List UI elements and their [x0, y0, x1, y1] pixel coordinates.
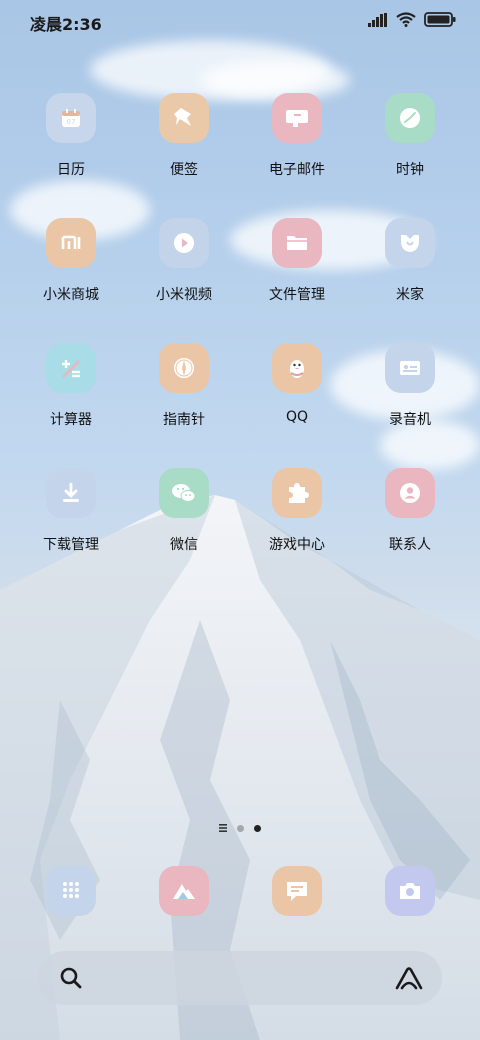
dock-gallery[interactable] [128, 866, 240, 916]
compass-icon[interactable] [159, 343, 209, 393]
app-label: 文件管理 [269, 287, 325, 303]
app-contacts[interactable]: 联系人 [354, 468, 466, 554]
calendar-icon[interactable]: 07 [46, 93, 96, 143]
dock-camera[interactable] [354, 866, 466, 916]
search-bar[interactable] [38, 951, 442, 1005]
puzzle-icon[interactable] [272, 468, 322, 518]
status-bar: 凌晨2:36 [0, 0, 480, 42]
menu-lines-icon [219, 824, 227, 832]
app-label: 微信 [170, 537, 198, 553]
dock-messages[interactable] [241, 866, 353, 916]
app-label: 便签 [170, 162, 198, 178]
app-label: 小米商城 [43, 287, 99, 303]
app-email[interactable]: 电子邮件 [241, 93, 353, 179]
download-icon[interactable] [46, 468, 96, 518]
app-label: 下载管理 [43, 537, 99, 553]
app-label: 联系人 [389, 537, 431, 553]
app-files[interactable]: 文件管理 [241, 218, 353, 304]
camera-icon[interactable] [385, 866, 435, 916]
gallery-icon[interactable] [159, 866, 209, 916]
app-label: 时钟 [396, 162, 424, 178]
app-label: 米家 [396, 287, 424, 303]
app-qq[interactable]: QQ [241, 343, 353, 425]
app-label: 计算器 [50, 412, 92, 428]
mi-home-icon[interactable] [385, 218, 435, 268]
page-dot[interactable] [237, 824, 244, 832]
app-compass[interactable]: 指南针 [128, 343, 240, 429]
app-label: QQ [285, 409, 309, 425]
app-mi-store[interactable]: 小米商城 [15, 218, 127, 304]
app-label: 录音机 [389, 412, 431, 428]
app-downloads[interactable]: 下载管理 [15, 468, 127, 554]
app-calendar[interactable]: 07 日历 [15, 93, 127, 179]
app-label: 电子邮件 [269, 162, 325, 178]
app-recorder[interactable]: 录音机 [354, 343, 466, 429]
dialpad-icon[interactable] [46, 866, 96, 916]
assistant-icon[interactable] [394, 964, 424, 992]
message-icon[interactable] [272, 866, 322, 916]
dock-phone[interactable] [15, 866, 127, 916]
clock-icon[interactable] [385, 93, 435, 143]
folder-icon[interactable] [272, 218, 322, 268]
calculator-icon[interactable] [46, 343, 96, 393]
recorder-icon[interactable] [385, 343, 435, 393]
app-label: 指南针 [163, 412, 205, 428]
app-mi-video[interactable]: 小米视频 [128, 218, 240, 304]
note-pin-icon[interactable] [159, 93, 209, 143]
signal-icon [368, 12, 387, 27]
play-icon[interactable] [159, 218, 209, 268]
app-game-center[interactable]: 游戏中心 [241, 468, 353, 554]
svg-text:07: 07 [67, 118, 76, 126]
wifi-icon [396, 12, 416, 27]
app-label: 游戏中心 [269, 537, 325, 553]
app-label: 日历 [57, 162, 85, 178]
battery-icon [424, 12, 456, 27]
status-icons [368, 12, 456, 27]
app-label: 小米视频 [156, 287, 212, 303]
app-calculator[interactable]: 计算器 [15, 343, 127, 429]
page-indicator[interactable] [0, 824, 480, 832]
contact-icon[interactable] [385, 468, 435, 518]
wechat-icon[interactable] [159, 468, 209, 518]
status-time: 凌晨2:36 [30, 15, 102, 34]
app-mi-home[interactable]: 米家 [354, 218, 466, 304]
app-clock[interactable]: 时钟 [354, 93, 466, 179]
app-wechat[interactable]: 微信 [128, 468, 240, 554]
search-icon[interactable] [59, 966, 83, 990]
app-notes[interactable]: 便签 [128, 93, 240, 179]
penguin-icon[interactable] [272, 343, 322, 393]
mail-icon[interactable] [272, 93, 322, 143]
page-dot-current[interactable] [254, 824, 261, 832]
mi-logo-icon[interactable] [46, 218, 96, 268]
